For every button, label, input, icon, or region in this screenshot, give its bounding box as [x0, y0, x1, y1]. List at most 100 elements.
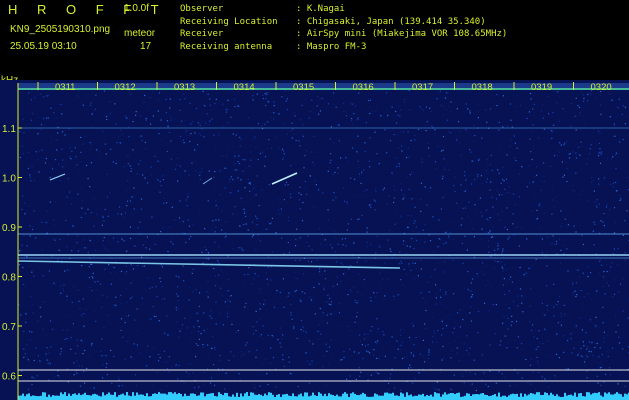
noise-dot	[542, 343, 544, 345]
noise-dot	[599, 362, 601, 364]
noise-dot	[215, 301, 217, 303]
noise-dot	[30, 295, 32, 297]
noise-dot	[369, 99, 371, 101]
noise-dot	[619, 195, 621, 197]
noise-dot	[385, 368, 387, 370]
noise-dot	[300, 119, 302, 121]
noise-dot	[442, 196, 444, 199]
noise-dot	[27, 388, 30, 390]
noise-dot	[469, 312, 471, 314]
noise-dot	[89, 186, 91, 188]
noise-dot	[596, 342, 598, 345]
noise-dot	[399, 329, 402, 331]
noise-dot	[137, 123, 140, 125]
noise-dot	[369, 112, 371, 115]
baseline-bar	[450, 393, 452, 400]
noise-dot	[422, 339, 424, 341]
noise-dot	[332, 261, 334, 263]
noise-dot	[268, 183, 270, 186]
noise-dot	[93, 225, 95, 227]
noise-dot	[232, 213, 234, 215]
noise-dot	[48, 361, 50, 363]
noise-dot	[157, 98, 160, 101]
noise-dot	[234, 206, 236, 208]
noise-dot	[420, 108, 422, 110]
noise-dot	[434, 332, 436, 334]
noise-dot	[383, 299, 385, 301]
noise-dot	[20, 305, 22, 307]
noise-dot	[467, 108, 469, 110]
noise-dot	[109, 112, 111, 115]
noise-dot	[469, 112, 471, 114]
noise-dot	[436, 292, 438, 294]
noise-dot	[393, 201, 395, 204]
noise-dot	[117, 376, 120, 378]
noise-dot	[418, 336, 421, 338]
noise-dot	[419, 353, 421, 355]
baseline-bar	[26, 394, 28, 400]
noise-dot	[598, 155, 600, 157]
noise-dot	[444, 316, 446, 318]
noise-dot	[578, 106, 581, 108]
noise-dot	[318, 338, 320, 340]
noise-dot	[54, 239, 56, 241]
noise-dot	[356, 151, 358, 153]
noise-dot	[351, 120, 353, 122]
noise-dot	[107, 314, 109, 317]
noise-dot	[59, 239, 61, 241]
noise-dot	[440, 318, 443, 320]
baseline-bar	[68, 393, 70, 400]
noise-dot	[60, 116, 63, 118]
baseline-bar	[392, 392, 394, 400]
noise-dot	[595, 325, 597, 327]
noise-dot	[183, 93, 185, 95]
noise-dot	[318, 283, 320, 285]
noise-dot	[111, 258, 113, 260]
baseline-bar	[546, 393, 548, 400]
noise-dot	[148, 318, 150, 320]
noise-dot	[136, 173, 138, 175]
mode-label: meteor	[124, 28, 156, 39]
noise-dot	[181, 324, 184, 326]
noise-dot	[544, 378, 546, 380]
noise-dot	[531, 210, 533, 212]
noise-dot	[307, 235, 309, 237]
noise-dot	[560, 144, 562, 146]
baseline-bar	[402, 393, 404, 400]
baseline-bar	[146, 393, 148, 400]
baseline-bar	[214, 396, 216, 400]
noise-dot	[213, 189, 216, 191]
noise-dot	[348, 268, 350, 270]
noise-dot	[586, 370, 588, 372]
noise-dot	[45, 334, 48, 337]
noise-dot	[326, 301, 328, 303]
noise-dot	[167, 250, 169, 253]
noise-dot	[89, 286, 91, 289]
noise-dot	[231, 323, 233, 325]
noise-dot	[388, 140, 390, 142]
noise-dot	[189, 338, 191, 340]
noise-dot	[599, 94, 601, 96]
noise-dot	[612, 245, 614, 247]
noise-dot	[427, 357, 429, 359]
noise-dot	[403, 240, 405, 242]
noise-dot	[83, 313, 85, 315]
noise-dot	[42, 117, 45, 119]
noise-dot	[618, 291, 620, 293]
noise-dot	[179, 109, 181, 111]
noise-dot	[383, 334, 385, 336]
noise-dot	[601, 151, 603, 153]
noise-dot	[36, 375, 38, 377]
noise-dot	[124, 212, 127, 214]
noise-dot	[350, 265, 352, 267]
noise-dot	[446, 119, 448, 121]
noise-dot	[499, 344, 501, 346]
noise-dot	[465, 103, 467, 105]
noise-dot	[149, 287, 151, 289]
time-label: 0315	[293, 82, 314, 93]
noise-dot	[494, 249, 496, 251]
noise-dot	[192, 268, 194, 270]
baseline-bar	[566, 395, 568, 400]
noise-dot	[288, 361, 290, 363]
baseline-bar	[598, 392, 600, 400]
